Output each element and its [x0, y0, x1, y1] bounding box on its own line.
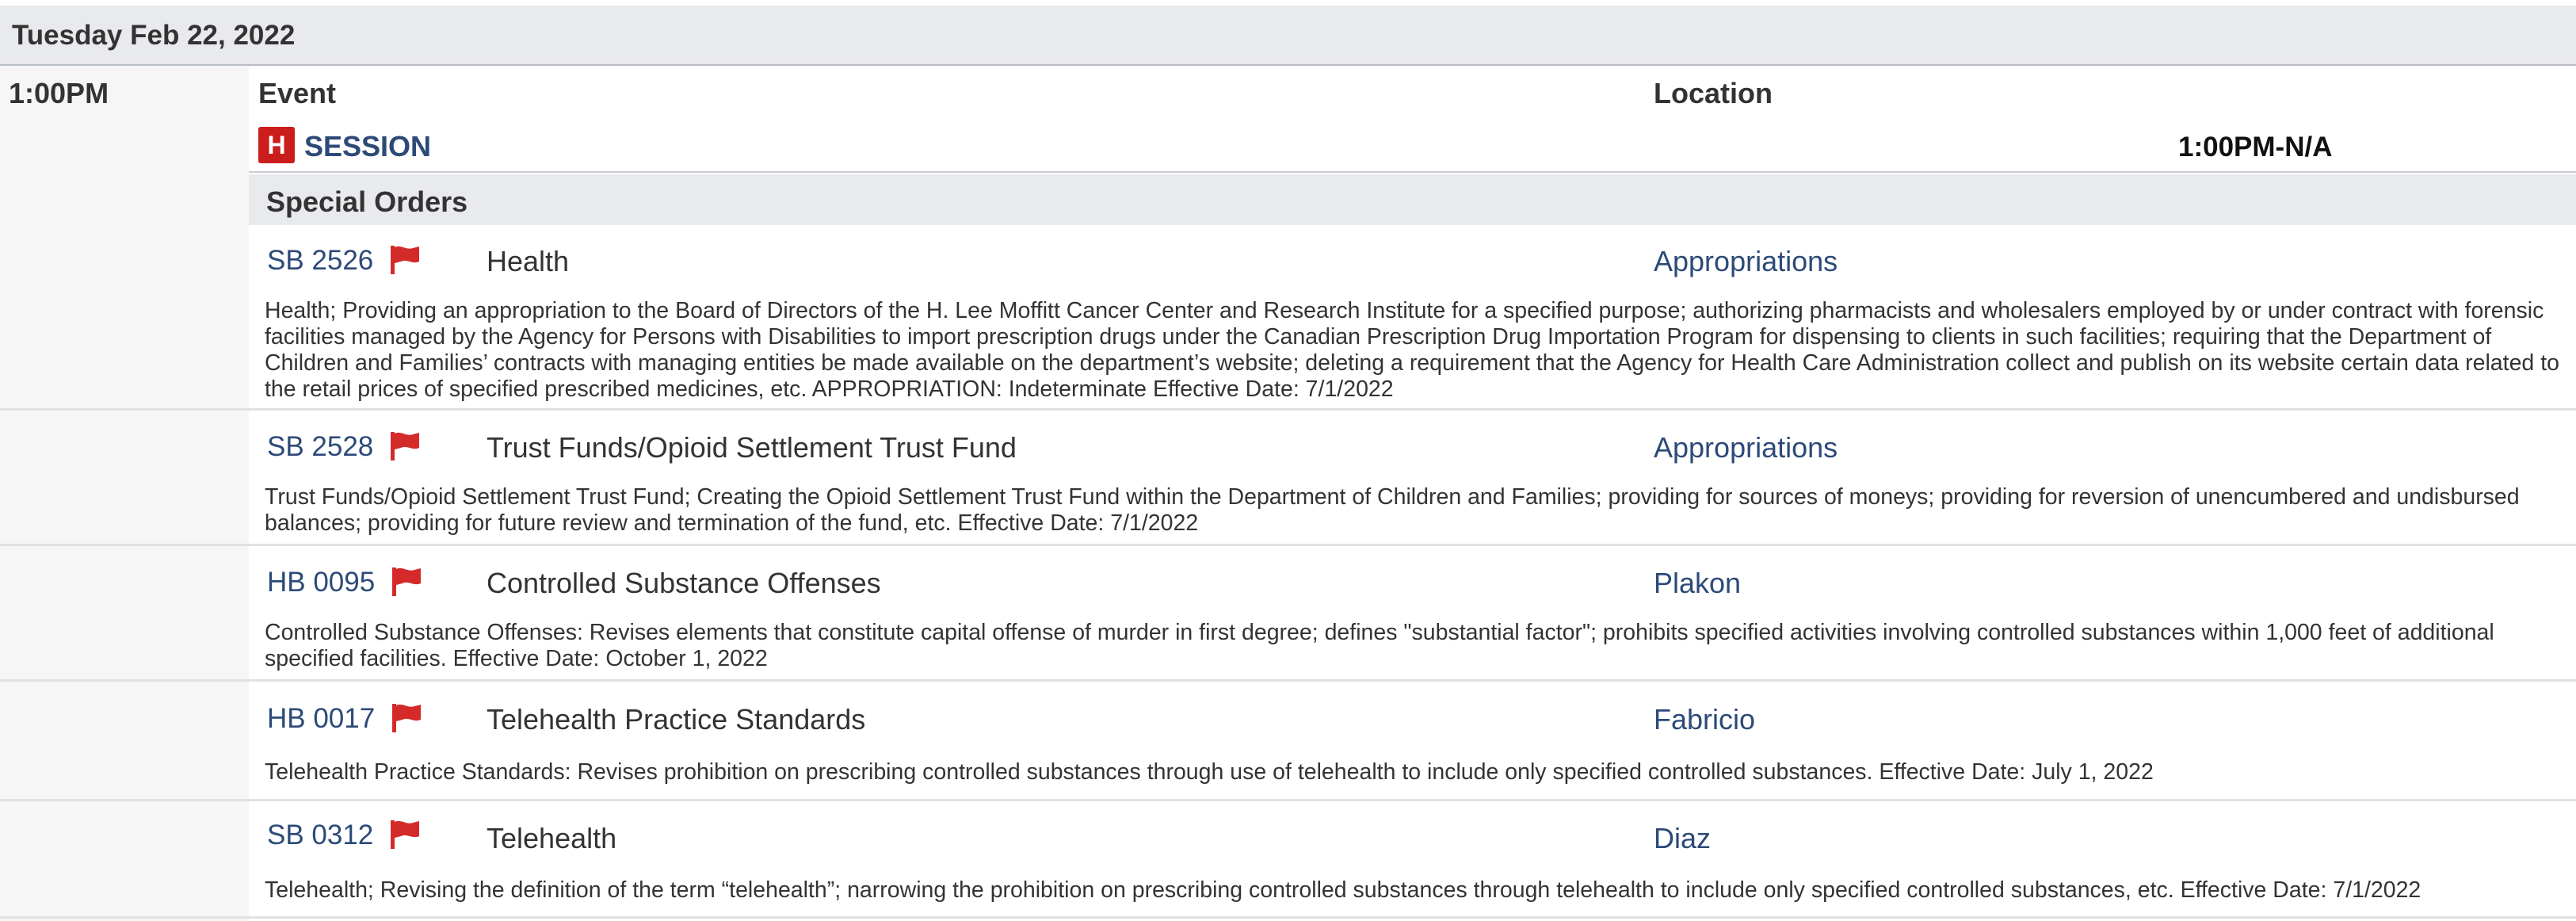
flag-icon[interactable]	[389, 244, 421, 276]
bill-title: Telehealth Practice Standards	[487, 703, 866, 736]
row-divider	[0, 679, 2576, 682]
group-label: Special Orders	[266, 185, 468, 218]
row-divider	[0, 408, 2576, 411]
calendar-page: Tuesday Feb 22, 2022 1:00PM Event Locati…	[0, 0, 2576, 921]
flag-icon[interactable]	[389, 819, 421, 850]
bill-location-link[interactable]: Appropriations	[1654, 431, 1838, 464]
event-column-header: Event	[258, 77, 337, 109]
bill-title: Trust Funds/Opioid Settlement Trust Fund	[487, 431, 1017, 464]
bill-location-link[interactable]: Appropriations	[1654, 245, 1838, 278]
bill-title: Telehealth	[487, 822, 617, 854]
bill-description: Health; Providing an appropriation to th…	[265, 298, 2559, 402]
date-header: Tuesday Feb 22, 2022	[0, 6, 2576, 66]
row-divider	[0, 799, 2576, 801]
flag-icon[interactable]	[391, 566, 422, 598]
bill-number-link[interactable]: HB 0095	[267, 567, 375, 598]
time-slot-label: 1:00PM	[9, 77, 109, 109]
flag-icon[interactable]	[391, 702, 422, 734]
row-divider	[0, 916, 2576, 919]
bill-title: Health	[487, 245, 570, 277]
special-orders-header: Special Orders	[249, 174, 2576, 225]
bill-description: Telehealth Practice Standards: Revises p…	[265, 759, 2154, 785]
bill-number-link[interactable]: SB 2526	[267, 245, 373, 277]
bill-number-link[interactable]: HB 0017	[267, 703, 375, 735]
session-label[interactable]: SESSION	[304, 130, 431, 163]
bill-title: Controlled Substance Offenses	[487, 567, 881, 599]
bill-location-link[interactable]: Fabricio	[1654, 703, 1755, 736]
bill-number-link[interactable]: SB 2528	[267, 431, 373, 463]
session-row[interactable]: H SESSION 1:00PM-N/A	[249, 119, 2576, 173]
bill-description: Controlled Substance Offenses: Revises e…	[265, 620, 2494, 671]
time-column	[0, 66, 249, 921]
bill-description: Trust Funds/Opioid Settlement Trust Fund…	[265, 484, 2520, 536]
flag-icon[interactable]	[389, 430, 421, 462]
bill-location-link[interactable]: Diaz	[1654, 822, 1711, 855]
location-column-header: Location	[1654, 77, 1773, 109]
bill-description: Telehealth; Revising the definition of t…	[265, 877, 2421, 903]
row-divider	[0, 544, 2576, 546]
bill-location-link[interactable]: Plakon	[1654, 567, 1741, 600]
bill-number-link[interactable]: SB 0312	[267, 820, 373, 851]
session-time: 1:00PM-N/A	[2178, 132, 2333, 162]
date-header-label: Tuesday Feb 22, 2022	[12, 20, 296, 51]
house-badge-icon: H	[258, 127, 295, 163]
